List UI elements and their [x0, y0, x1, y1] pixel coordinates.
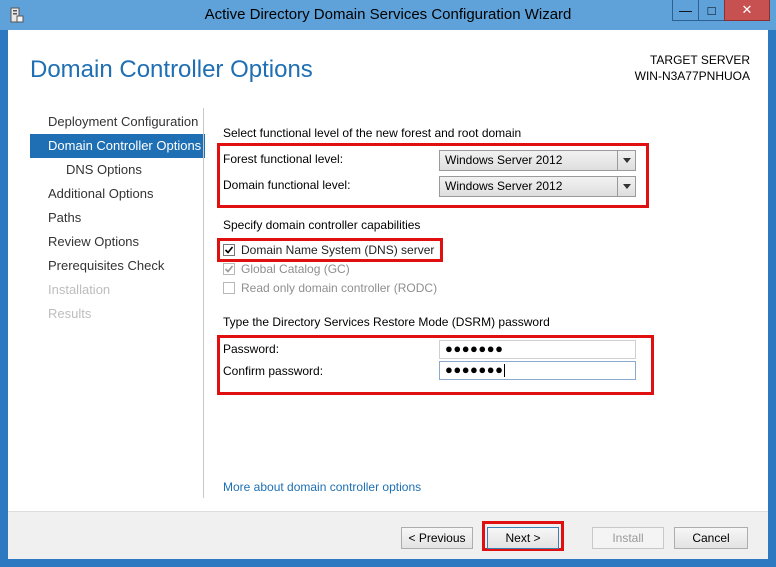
capabilities-section-label: Specify domain controller capabilities: [223, 218, 421, 232]
nav-item-review-options[interactable]: Review Options: [30, 230, 205, 254]
forest-level-label: Forest functional level:: [223, 152, 344, 166]
maximize-icon: □: [707, 2, 716, 18]
global-catalog-label: Global Catalog (GC): [241, 262, 350, 276]
dns-server-checkbox-row[interactable]: Domain Name System (DNS) server: [223, 241, 434, 259]
dns-server-checkbox[interactable]: [223, 244, 235, 256]
domain-level-select[interactable]: Windows Server 2012: [439, 176, 636, 197]
more-options-link[interactable]: More about domain controller options: [223, 480, 421, 494]
nav-item-dns-options[interactable]: DNS Options: [30, 158, 205, 182]
nav-item-prerequisites-check[interactable]: Prerequisites Check: [30, 254, 205, 278]
text-caret: [504, 364, 506, 378]
dns-server-label: Domain Name System (DNS) server: [241, 243, 435, 257]
nav-item-installation: Installation: [48, 282, 111, 297]
minimize-button[interactable]: —: [672, 0, 699, 21]
confirm-password-label: Confirm password:: [223, 364, 324, 378]
forest-level-value: Windows Server 2012: [445, 153, 563, 167]
nav-item-deployment-configuration[interactable]: Deployment Configuration: [30, 110, 205, 134]
install-button: Install: [592, 527, 664, 549]
rodc-label: Read only domain controller (RODC): [241, 281, 438, 295]
global-catalog-checkbox-row: Global Catalog (GC): [223, 260, 350, 278]
minimize-icon: —: [679, 2, 692, 18]
checkmark-icon: [224, 265, 234, 273]
domain-level-label: Domain functional level:: [223, 178, 351, 192]
close-icon: ✕: [741, 2, 753, 17]
nav-divider: [203, 108, 204, 498]
nav-item-paths[interactable]: Paths: [30, 206, 205, 230]
checkmark-icon: [224, 246, 234, 254]
global-catalog-checkbox: [223, 263, 235, 275]
chevron-down-icon: [617, 151, 635, 170]
wizard-footer: < Previous Next > Install Cancel: [8, 512, 768, 559]
forest-level-select[interactable]: Windows Server 2012: [439, 150, 636, 171]
rodc-checkbox-row: Read only domain controller (RODC): [223, 279, 437, 297]
rodc-checkbox: [223, 282, 235, 294]
nav-item-additional-options[interactable]: Additional Options: [30, 182, 205, 206]
functional-level-section-label: Select functional level of the new fores…: [223, 126, 522, 140]
password-label: Password:: [223, 342, 280, 356]
wizard-nav: Deployment Configuration Domain Controll…: [30, 110, 205, 326]
next-button[interactable]: Next >: [487, 527, 559, 549]
wizard-client-area: Domain Controller Options TARGET SERVER …: [8, 30, 768, 559]
previous-button[interactable]: < Previous: [401, 527, 473, 549]
cancel-button[interactable]: Cancel: [674, 527, 748, 549]
confirm-password-input[interactable]: ●●●●●●●: [439, 361, 636, 380]
confirm-password-value: ●●●●●●●: [445, 362, 504, 377]
nav-item-domain-controller-options[interactable]: Domain Controller Options: [30, 134, 205, 158]
dsrm-section-label: Type the Directory Services Restore Mode…: [223, 315, 550, 329]
title-bar: Active Directory Domain Services Configu…: [0, 0, 776, 30]
chevron-down-icon: [617, 177, 635, 196]
nav-item-results: Results: [48, 306, 92, 321]
close-button[interactable]: ✕: [724, 0, 770, 21]
domain-level-value: Windows Server 2012: [445, 179, 563, 193]
window-title: Active Directory Domain Services Configu…: [204, 6, 572, 23]
maximize-button[interactable]: □: [698, 0, 725, 21]
options-content: Select functional level of the new fores…: [215, 30, 755, 510]
password-input[interactable]: ●●●●●●●: [439, 340, 636, 359]
